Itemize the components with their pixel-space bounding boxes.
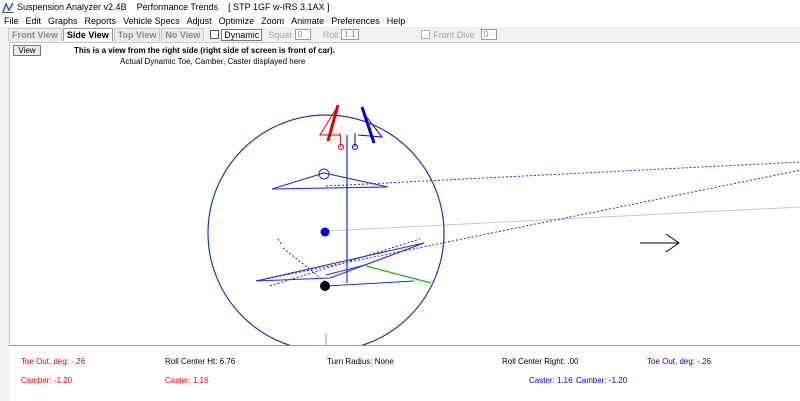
squat-input[interactable]: 0	[294, 29, 311, 40]
title-bar: Suspension Analyzer v2.4B Performance Tr…	[0, 0, 800, 14]
squat-label: Squat	[268, 29, 292, 40]
roll-label: Roll	[322, 29, 339, 40]
forward-arrow-icon	[640, 233, 680, 253]
lower-ball-joint	[320, 281, 330, 291]
camber-left: Camber: -1.20	[21, 376, 73, 385]
menu-optimize[interactable]: Optimize	[219, 16, 255, 26]
front-dive-input[interactable]: 0	[480, 29, 497, 40]
roll-center-right: Roll Center Right: .00	[502, 357, 579, 366]
caster-right: Caster: 1.16	[529, 376, 573, 385]
suspension-drawing	[207, 104, 800, 346]
view-description: This is a view from the right side (righ…	[74, 46, 335, 55]
tab-side-view[interactable]: Side View	[62, 28, 113, 41]
menu-bar: File Edit Graphs Reports Vehicle Specs A…	[0, 14, 800, 27]
dynamic-label[interactable]: Dynamic	[221, 28, 263, 41]
menu-zoom[interactable]: Zoom	[261, 16, 284, 26]
menu-vehicle-specs[interactable]: Vehicle Specs	[123, 16, 180, 26]
menu-edit[interactable]: Edit	[26, 16, 42, 26]
menu-reports[interactable]: Reports	[85, 16, 117, 26]
readout-panel: Toe Out, deg: -.26 Roll Center Ht: 6.76 …	[9, 345, 800, 401]
tab-top-view[interactable]: Top View	[113, 28, 161, 41]
roll-input[interactable]: 1.1	[341, 29, 360, 40]
front-dive-checkbox[interactable]	[421, 30, 431, 39]
menu-graphs[interactable]: Graphs	[48, 16, 78, 26]
side-view-canvas[interactable]: View This is a view from the right side …	[9, 42, 800, 346]
menu-animate[interactable]: Animate	[291, 16, 324, 26]
toe-out-left: Toe Out, deg: -.26	[21, 357, 86, 366]
menu-help[interactable]: Help	[387, 16, 406, 26]
view-toolbar: Front View Side View Top View No View Dy…	[0, 27, 800, 42]
app-logo-icon	[2, 1, 14, 13]
tab-front-view[interactable]: Front View	[8, 28, 62, 41]
window-title: Suspension Analyzer v2.4B Performance Tr…	[17, 2, 330, 12]
dynamic-info-note: Actual Dynamic Toe, Camber, Caster displ…	[120, 57, 306, 66]
roll-center-height: Roll Center Ht: 6.76	[165, 357, 236, 366]
app-window: Suspension Analyzer v2.4B Performance Tr…	[0, 0, 800, 401]
caster-left: Caster: 1.16	[165, 376, 209, 385]
toe-out-right: Toe Out, deg: -.26	[647, 357, 712, 366]
camber-right: Camber: -1.20	[576, 376, 628, 385]
view-button[interactable]: View	[13, 45, 41, 56]
spindle-center-point	[320, 227, 330, 237]
menu-file[interactable]: File	[4, 16, 19, 26]
dynamic-checkbox[interactable]	[210, 30, 220, 39]
turn-radius: Turn Radius: None	[327, 357, 394, 366]
tab-no-view[interactable]: No View	[161, 28, 205, 41]
front-dive-label: Front Dive	[433, 29, 475, 40]
menu-adjust[interactable]: Adjust	[187, 16, 212, 26]
menu-preferences[interactable]: Preferences	[331, 16, 380, 26]
